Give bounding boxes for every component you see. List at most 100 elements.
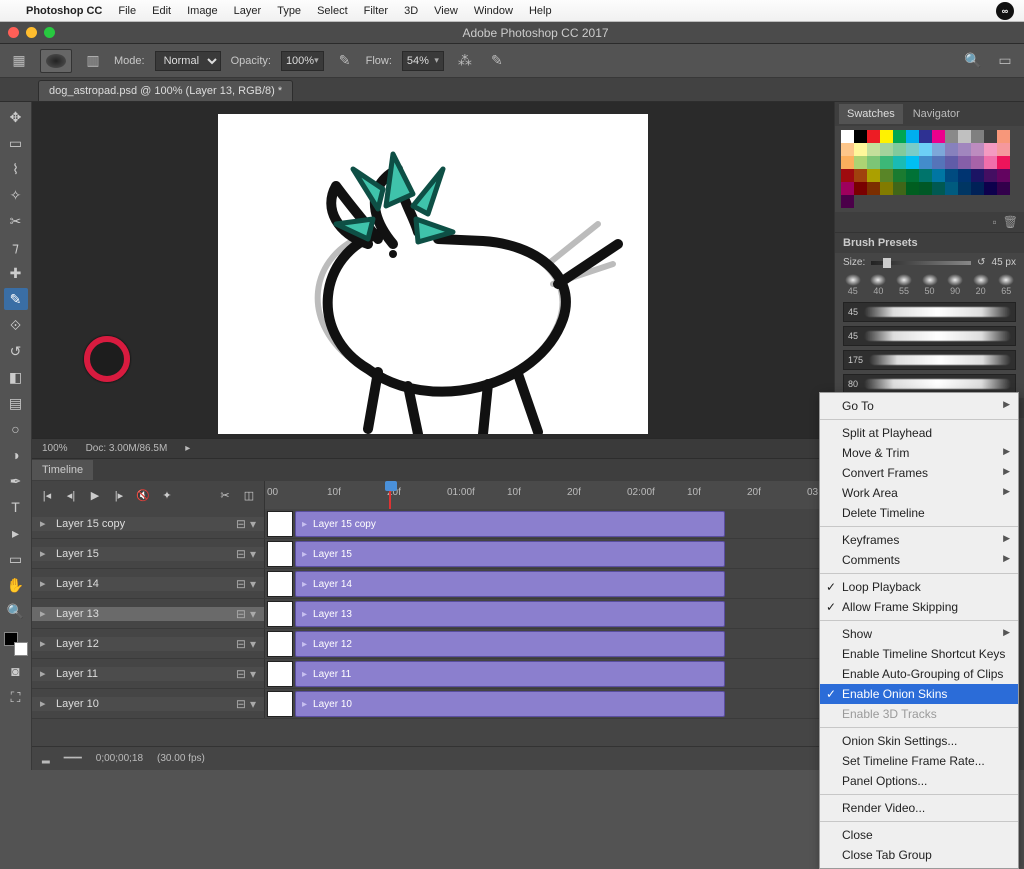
history-brush-tool-icon[interactable]: ↺	[4, 340, 28, 362]
brush-tip[interactable]: 45	[843, 274, 863, 296]
swatch[interactable]	[997, 169, 1010, 182]
menu-item[interactable]: Show	[820, 624, 1018, 644]
brush-stroke-preview[interactable]: 175	[843, 350, 1016, 370]
layer-props-icon[interactable]: ⊟	[236, 517, 246, 531]
swatch[interactable]	[880, 143, 893, 156]
swatch[interactable]	[906, 143, 919, 156]
clone-stamp-tool-icon[interactable]: ⟐	[4, 314, 28, 336]
disclosure-icon[interactable]: ▸	[40, 577, 50, 590]
swatch[interactable]	[854, 182, 867, 195]
canvas-area[interactable]	[32, 102, 834, 438]
menu-item[interactable]: Enable Auto-Grouping of Clips	[820, 664, 1018, 684]
menu-item[interactable]: Panel Options...	[820, 771, 1018, 791]
swatches-grid[interactable]	[835, 126, 1024, 212]
navigator-tab[interactable]: Navigator	[905, 104, 968, 124]
video-clip[interactable]: ▸Layer 11	[295, 661, 725, 687]
brush-tip[interactable]: 40	[869, 274, 889, 296]
brush-size-slider[interactable]	[871, 261, 971, 265]
brush-size-field[interactable]: 45 px	[992, 257, 1016, 268]
menu-item[interactable]: Close Tab Group	[820, 845, 1018, 865]
swatch[interactable]	[971, 130, 984, 143]
swatch[interactable]	[919, 169, 932, 182]
swatch[interactable]	[984, 169, 997, 182]
swatch[interactable]	[893, 182, 906, 195]
menu-item[interactable]: Move & Trim	[820, 443, 1018, 463]
swatch[interactable]	[867, 143, 880, 156]
menu-item[interactable]: Render Video...	[820, 798, 1018, 818]
swatch[interactable]	[906, 156, 919, 169]
chevron-down-icon[interactable]: ▾	[250, 607, 256, 621]
swatch[interactable]	[958, 143, 971, 156]
brush-stroke-preview[interactable]: 45	[843, 302, 1016, 322]
menu-select[interactable]: Select	[317, 5, 348, 17]
first-frame-button[interactable]: |◂	[40, 488, 54, 502]
swatch[interactable]	[880, 169, 893, 182]
window-zoom-button[interactable]	[44, 27, 55, 38]
layer-props-icon[interactable]: ⊟	[236, 607, 246, 621]
pressure-opacity-icon[interactable]: ✎	[334, 50, 356, 72]
document-tab[interactable]: dog_astropad.psd @ 100% (Layer 13, RGB/8…	[38, 80, 293, 101]
swatch[interactable]	[841, 143, 854, 156]
document-canvas[interactable]	[218, 114, 648, 434]
menu-item[interactable]: Loop Playback	[820, 577, 1018, 597]
eyedropper-tool-icon[interactable]: ⁊	[4, 236, 28, 258]
menubar-app-name[interactable]: Photoshop CC	[26, 5, 102, 17]
eraser-tool-icon[interactable]: ◧	[4, 366, 28, 388]
swatch[interactable]	[932, 143, 945, 156]
pen-tool-icon[interactable]: ✒	[4, 470, 28, 492]
menu-item[interactable]: Onion Skin Settings...	[820, 731, 1018, 751]
timeline-playhead[interactable]	[389, 481, 391, 509]
airbrush-icon[interactable]: ⁂	[454, 50, 476, 72]
menu-item[interactable]: Comments	[820, 550, 1018, 570]
chevron-down-icon[interactable]: ▾	[250, 577, 256, 591]
menu-window[interactable]: Window	[474, 5, 513, 17]
marquee-tool-icon[interactable]: ▭	[4, 132, 28, 154]
blur-tool-icon[interactable]: ○	[4, 418, 28, 440]
swatch[interactable]	[893, 169, 906, 182]
menu-item[interactable]: Enable Timeline Shortcut Keys	[820, 644, 1018, 664]
disclosure-icon[interactable]: ▸	[40, 517, 50, 530]
play-button[interactable]: ▶	[88, 488, 102, 502]
swatch[interactable]	[841, 169, 854, 182]
swatch[interactable]	[906, 182, 919, 195]
crop-tool-icon[interactable]: ✂	[4, 210, 28, 232]
mac-menubar[interactable]: Photoshop CC File Edit Image Layer Type …	[0, 0, 1024, 22]
swatch[interactable]	[854, 130, 867, 143]
swatch[interactable]	[984, 143, 997, 156]
swatch[interactable]	[971, 169, 984, 182]
zoom-tool-icon[interactable]: 🔍	[4, 600, 28, 622]
menu-item[interactable]: Close	[820, 825, 1018, 845]
swatch[interactable]	[893, 143, 906, 156]
swatch[interactable]	[867, 156, 880, 169]
gradient-tool-icon[interactable]: ▤	[4, 392, 28, 414]
swatch[interactable]	[919, 143, 932, 156]
swatch[interactable]	[984, 182, 997, 195]
ps-home-icon[interactable]: ▦	[8, 50, 30, 72]
swatch[interactable]	[958, 169, 971, 182]
chevron-down-icon[interactable]: ▾	[250, 697, 256, 711]
swatch[interactable]	[841, 130, 854, 143]
layer-props-icon[interactable]: ⊟	[236, 637, 246, 651]
swatch[interactable]	[880, 182, 893, 195]
swatch[interactable]	[906, 130, 919, 143]
swatch[interactable]	[958, 182, 971, 195]
layer-props-icon[interactable]: ⊟	[236, 697, 246, 711]
timeline-tab[interactable]: Timeline	[32, 460, 93, 480]
video-clip[interactable]: ▸Layer 12	[295, 631, 725, 657]
opacity-field[interactable]: 100%	[281, 51, 324, 71]
menu-file[interactable]: File	[118, 5, 136, 17]
swatch[interactable]	[932, 182, 945, 195]
video-clip[interactable]: ▸Layer 14	[295, 571, 725, 597]
swatch[interactable]	[919, 130, 932, 143]
foreground-background-colors[interactable]	[4, 632, 28, 656]
quickmask-icon[interactable]: ◙	[4, 660, 28, 682]
timeline-timecode[interactable]: 0;00;00;18	[96, 753, 143, 764]
chevron-down-icon[interactable]: ▾	[250, 517, 256, 531]
hand-tool-icon[interactable]: ✋	[4, 574, 28, 596]
swatch[interactable]	[932, 130, 945, 143]
swatch[interactable]	[906, 169, 919, 182]
menu-layer[interactable]: Layer	[234, 5, 262, 17]
zoom-level[interactable]: 100%	[42, 443, 68, 454]
timeline-ruler[interactable]: 00 10f 20f 01:00f 10f 20f 02:00f 10f 20f…	[264, 481, 834, 509]
swatch[interactable]	[971, 182, 984, 195]
